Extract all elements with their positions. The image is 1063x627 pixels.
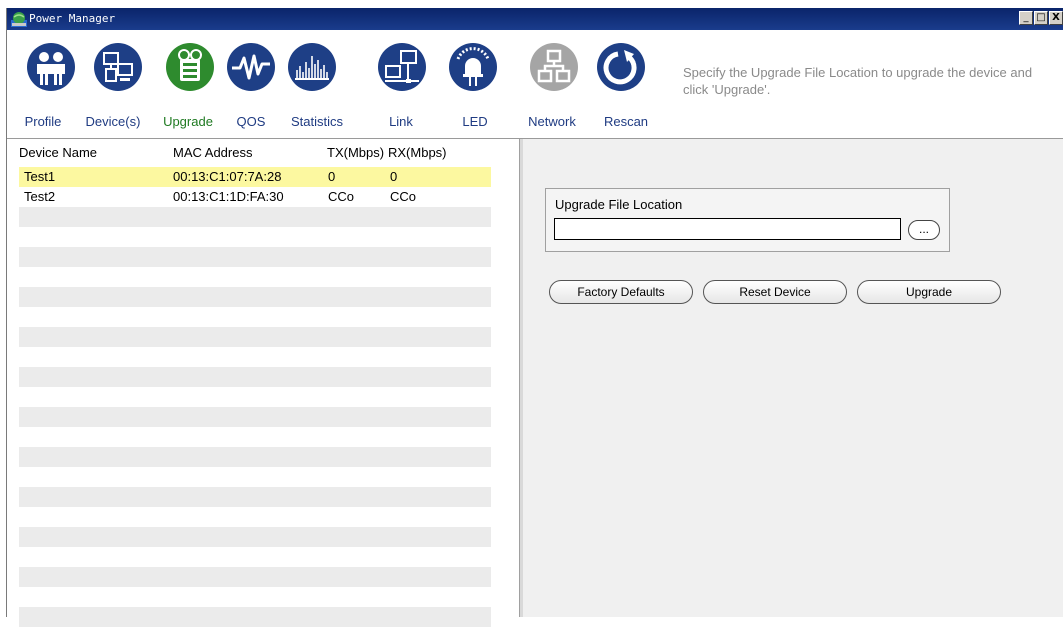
empty-row xyxy=(19,607,491,627)
toolbar-label: Upgrade xyxy=(163,114,213,129)
empty-row xyxy=(19,467,491,487)
empty-row xyxy=(19,287,491,307)
rx-cell: 0 xyxy=(390,169,398,184)
empty-row xyxy=(19,527,491,547)
mac-address-cell: 00:13:C1:07:7A:28 xyxy=(173,169,282,184)
empty-row xyxy=(19,267,491,287)
network-tree-icon xyxy=(530,43,578,91)
device-list-panel: Device Name MAC Address TX(Mbps) RX(Mbps… xyxy=(7,139,519,627)
maximize-button[interactable]: □ xyxy=(1034,11,1048,25)
toolbar-network-button[interactable]: Network xyxy=(519,30,585,136)
toolbar-label: Statistics xyxy=(290,114,343,129)
toolbar-label: Device(s) xyxy=(85,114,141,129)
upgrade-hint-text: Specify the Upgrade File Location to upg… xyxy=(683,65,1033,97)
reset-device-button[interactable]: Reset Device xyxy=(703,280,847,304)
toolbar: Profile Device(s) Upgrade QOS Statistics… xyxy=(7,30,1063,138)
device-name-cell: Test1 xyxy=(24,169,56,184)
empty-row xyxy=(19,487,491,507)
toolbar-link-button[interactable]: Link xyxy=(373,30,429,136)
tx-cell: 0 xyxy=(328,169,336,184)
upgrade-file-location-group: Upgrade File Location ... xyxy=(545,188,950,252)
tx-cell: CCo xyxy=(328,189,355,204)
mac-address-cell: 00:13:C1:1D:FA:30 xyxy=(173,189,284,204)
column-header-rx[interactable]: RX(Mbps) xyxy=(388,145,447,160)
empty-row xyxy=(19,427,491,447)
toolbar-devices-button[interactable]: Device(s) xyxy=(73,30,153,136)
upgrade-file-path-input[interactable] xyxy=(554,218,901,240)
led-bulb-icon xyxy=(449,43,497,91)
empty-row xyxy=(19,207,491,227)
empty-row xyxy=(19,247,491,267)
network-link-icon xyxy=(378,43,426,91)
toolbar-led-button[interactable]: LED xyxy=(447,30,503,136)
upgrade-package-icon xyxy=(166,43,214,91)
empty-row xyxy=(19,307,491,327)
close-button[interactable]: X xyxy=(1049,11,1063,25)
empty-row xyxy=(19,547,491,567)
toolbar-label: Network xyxy=(528,114,576,129)
toolbar-qos-button[interactable]: QOS xyxy=(223,30,279,136)
toolbar-label: QOS xyxy=(236,114,266,129)
empty-row xyxy=(19,447,491,467)
empty-row xyxy=(19,227,491,247)
empty-row xyxy=(19,347,491,367)
column-header-tx[interactable]: TX(Mbps) xyxy=(327,145,384,160)
browse-file-button[interactable]: ... xyxy=(908,220,940,240)
title-bar[interactable]: Power Manager _ □ X xyxy=(7,8,1063,30)
column-header-device-name[interactable]: Device Name xyxy=(19,145,97,160)
refresh-icon xyxy=(597,43,645,91)
waveform-icon xyxy=(227,43,275,91)
device-table: Test1 00:13:C1:07:7A:28 0 0 Test2 00:13:… xyxy=(19,167,491,627)
window-title: Power Manager xyxy=(29,12,116,25)
bar-graph-icon xyxy=(288,43,336,91)
toolbar-statistics-button[interactable]: Statistics xyxy=(279,30,355,136)
empty-row xyxy=(19,587,491,607)
app-globe-icon xyxy=(11,12,27,27)
toolbar-upgrade-button[interactable]: Upgrade xyxy=(155,30,221,136)
power-manager-window: Power Manager _ □ X Profile Device(s) Up… xyxy=(6,8,1063,627)
minimize-button[interactable]: _ xyxy=(1019,11,1033,25)
computers-icon xyxy=(94,43,142,91)
toolbar-label: Profile xyxy=(24,114,62,129)
column-header-mac-address[interactable]: MAC Address xyxy=(173,145,252,160)
upgrade-button[interactable]: Upgrade xyxy=(857,280,1001,304)
upgrade-file-location-label: Upgrade File Location xyxy=(555,197,683,212)
toolbar-label: LED xyxy=(462,114,488,129)
empty-row xyxy=(19,367,491,387)
toolbar-profile-button[interactable]: Profile xyxy=(15,30,75,136)
table-row[interactable]: Test2 00:13:C1:1D:FA:30 CCo CCo xyxy=(19,187,491,207)
toolbar-label: Link xyxy=(389,114,413,129)
toolbar-rescan-button[interactable]: Rescan xyxy=(593,30,659,136)
upgrade-panel: Upgrade File Location ... Factory Defaul… xyxy=(523,139,1063,617)
factory-defaults-button[interactable]: Factory Defaults xyxy=(549,280,693,304)
rx-cell: CCo xyxy=(390,189,417,204)
empty-row xyxy=(19,567,491,587)
empty-row xyxy=(19,387,491,407)
device-name-cell: Test2 xyxy=(24,189,56,204)
table-row[interactable]: Test1 00:13:C1:07:7A:28 0 0 xyxy=(19,167,491,187)
empty-row xyxy=(19,407,491,427)
empty-row xyxy=(19,327,491,347)
people-icon xyxy=(27,43,75,91)
toolbar-label: Rescan xyxy=(603,114,649,129)
empty-row xyxy=(19,507,491,527)
